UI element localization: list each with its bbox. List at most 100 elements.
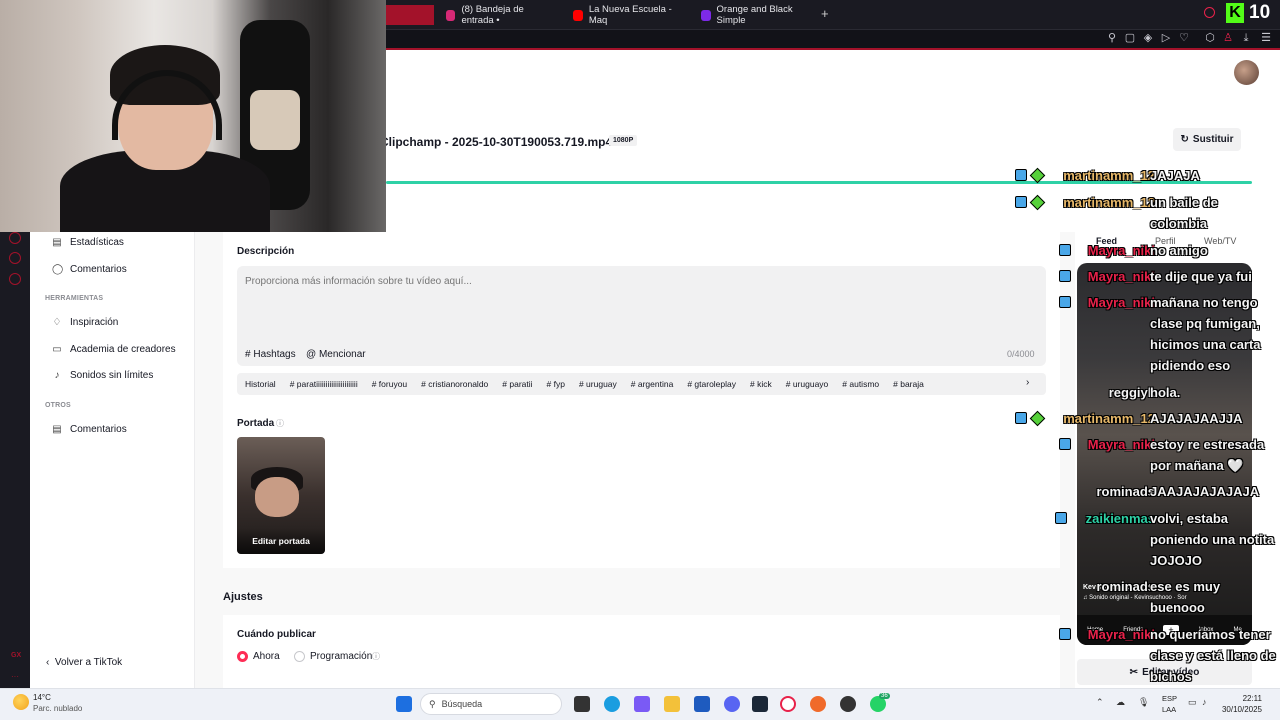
at-icon: @ <box>306 349 317 360</box>
keyboard-layout[interactable]: LAA <box>1162 705 1176 714</box>
chat-username[interactable]: martinamm_12 <box>1063 408 1155 429</box>
sidebar-item-sounds[interactable]: ♪ Sonidos sin límites <box>52 370 154 381</box>
sidebar-item-comments-other[interactable]: ▤ Comentarios <box>52 424 127 435</box>
chevron-up-icon[interactable]: ⌃ <box>1096 697 1104 708</box>
tag-item[interactable]: # autismo <box>842 379 879 389</box>
steam-icon[interactable] <box>752 696 768 712</box>
pin-icon[interactable]: ⚲ <box>1106 32 1118 44</box>
chat-username[interactable]: Mayra_niki <box>1088 292 1155 313</box>
weather-temp: 14°C <box>33 693 51 702</box>
tag-item[interactable]: # kick <box>750 379 772 389</box>
new-tab-button[interactable]: + <box>821 6 829 21</box>
sidebar-item-inspiration[interactable]: ♢ Inspiración <box>52 317 119 328</box>
keyboard-language[interactable]: ESP <box>1162 694 1177 703</box>
active-tab[interactable] <box>386 5 434 25</box>
settings-icon[interactable] <box>9 273 21 285</box>
tag-item[interactable]: # gtaroleplay <box>687 379 736 389</box>
gx-icon[interactable]: GX <box>11 652 21 659</box>
shield-icon[interactable]: ◈ <box>1142 32 1154 44</box>
app-icon[interactable] <box>810 696 826 712</box>
chat-username[interactable]: zaikienmas <box>1086 508 1155 529</box>
tag-item[interactable]: # uruguayo <box>786 379 829 389</box>
chat-username[interactable]: martinamm_12 <box>1063 192 1155 213</box>
chat-text: AJAJAJAAJJA <box>1150 411 1243 426</box>
comment-icon: ▤ <box>52 424 62 435</box>
chat-username[interactable]: martinamm_12 <box>1063 165 1155 186</box>
discord-icon[interactable] <box>724 696 740 712</box>
chat-message: Mayra_niki estoy re estresada por mañana … <box>1010 434 1280 476</box>
chat-username[interactable]: Mayra_niki <box>1088 624 1155 645</box>
screenshot-icon[interactable]: ▢ <box>1124 32 1136 44</box>
chat-username[interactable]: rominads <box>1096 576 1155 597</box>
chat-username[interactable]: rominads <box>1096 481 1155 502</box>
menu-icon[interactable]: ☰ <box>1260 32 1272 44</box>
tab-instagram[interactable]: (8) Bandeja de entrada • <box>438 4 558 26</box>
tag-item[interactable]: # baraja <box>893 379 924 389</box>
opera-gx-icon[interactable] <box>780 696 796 712</box>
more-icon[interactable]: ··· <box>11 672 19 681</box>
radio-now-label[interactable]: Ahora <box>253 651 280 662</box>
volume-icon[interactable]: ♪ <box>1202 697 1207 707</box>
download-icon[interactable]: ⤓ <box>1240 32 1252 44</box>
info-icon[interactable]: ⓘ <box>372 651 380 662</box>
radio-now[interactable] <box>237 651 248 662</box>
chat-message: zaikienmas volvi, estaba poniendo una not… <box>1010 508 1280 571</box>
chat-username[interactable]: Mayra_niki <box>1088 434 1155 455</box>
tab-canva[interactable]: Orange and Black Simple <box>693 4 818 26</box>
profile-icon[interactable]: ♙ <box>1222 32 1234 44</box>
weather-desc: Parc. nublado <box>33 704 83 713</box>
clock-time[interactable]: 22:11 <box>1220 694 1262 703</box>
search-icon[interactable] <box>1204 7 1215 18</box>
heart-icon[interactable]: ♡ <box>1178 32 1190 44</box>
tag-item[interactable]: # foruyou <box>372 379 407 389</box>
edge-icon[interactable] <box>604 696 620 712</box>
taskbar-search[interactable]: ⚲ Búsqueda <box>420 693 562 715</box>
cover-thumbnail[interactable]: Editar portada <box>237 437 325 554</box>
sidebar-item-academy[interactable]: ▭ Academia de creadores <box>52 344 175 355</box>
network-icon[interactable]: ▭ <box>1188 697 1197 708</box>
copilot-icon[interactable] <box>634 696 650 712</box>
task-view-icon[interactable] <box>574 696 590 712</box>
radio-schedule-label[interactable]: Programación <box>310 651 372 662</box>
microphone-icon[interactable]: 🎙 <box>1138 697 1149 708</box>
tag-history[interactable]: Historial <box>245 379 276 389</box>
app-icon[interactable] <box>840 696 856 712</box>
edit-cover-button[interactable]: Editar portada <box>237 528 325 554</box>
sidebar-item-label: Comentarios <box>70 424 127 435</box>
info-icon[interactable]: ⓘ <box>276 418 284 429</box>
tag-item[interactable]: # uruguay <box>579 379 617 389</box>
subscriber-badge-icon <box>1015 169 1027 181</box>
play-icon[interactable]: ▷ <box>1160 32 1172 44</box>
rail-icon[interactable] <box>9 232 21 244</box>
chat-username[interactable]: reggiyk <box>1109 382 1155 403</box>
replace-button[interactable]: ↻ Sustituir <box>1173 128 1241 151</box>
hash-icon: # <box>245 349 251 360</box>
tab-label: La Nueva Escuela - Maq <box>588 4 672 26</box>
chat-username[interactable]: Mayra_niki <box>1088 240 1155 261</box>
description-input[interactable] <box>245 276 945 287</box>
sidebar-item-stats[interactable]: ▤ Estadísticas <box>52 237 124 248</box>
clock-date[interactable]: 30/10/2025 <box>1220 705 1262 714</box>
chat-message: martinamm_12 AJAJAJAAJJA <box>1010 408 1280 429</box>
start-icon[interactable] <box>396 696 412 712</box>
tab-youtube[interactable]: La Nueva Escuela - Maq <box>565 4 690 26</box>
tag-item[interactable]: # fyp <box>547 379 565 389</box>
radio-schedule[interactable] <box>294 651 305 662</box>
avatar[interactable] <box>1234 60 1259 85</box>
rail-icon[interactable] <box>9 252 21 264</box>
file-explorer-icon[interactable] <box>664 696 680 712</box>
tag-item[interactable]: # cristianoronaldo <box>421 379 488 389</box>
back-to-tiktok-link[interactable]: ‹ Volver a TikTok <box>46 657 122 668</box>
hashtags-button[interactable]: # Hashtags <box>245 349 296 360</box>
weather-icon[interactable] <box>13 694 29 710</box>
tag-item[interactable]: # argentina <box>631 379 674 389</box>
tag-item[interactable]: # paratiiiiiiiiiiiiiiiiiiiiii <box>290 379 358 389</box>
academy-icon: ▭ <box>52 344 62 355</box>
tag-item[interactable]: # paratii <box>502 379 532 389</box>
extensions-icon[interactable]: ⬡ <box>1204 32 1216 44</box>
mention-button[interactable]: @ Mencionar <box>306 349 366 360</box>
store-icon[interactable] <box>694 696 710 712</box>
chat-username[interactable]: Mayra_niki <box>1088 266 1155 287</box>
cloud-icon[interactable]: ☁ <box>1116 697 1125 708</box>
sidebar-item-comments[interactable]: ◯ Comentarios <box>52 264 127 275</box>
